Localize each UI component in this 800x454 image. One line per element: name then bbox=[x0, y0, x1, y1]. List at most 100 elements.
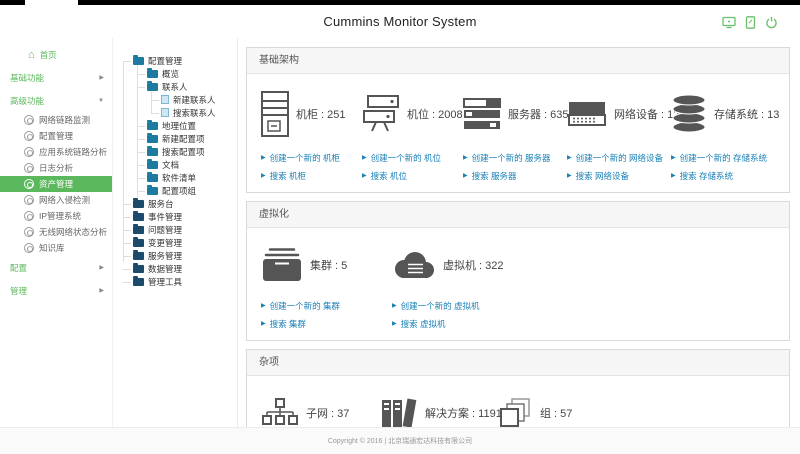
section-title: 虚拟化 bbox=[247, 202, 789, 228]
create-vm-link[interactable]: ▶ 创建一个新的 虚拟机 bbox=[392, 300, 523, 312]
tree-item-label: 概览 bbox=[162, 68, 179, 80]
monitor-icon[interactable] bbox=[722, 16, 736, 29]
link-label: 搜索 机柜 bbox=[270, 170, 306, 182]
card-rack: 机柜 : 251 ▶ 创建一个新的 机柜 ▶ 搜索 机柜 bbox=[261, 86, 362, 188]
card-summary: 存储系统 : 13 bbox=[671, 86, 775, 142]
app-title: Cummins Monitor System bbox=[0, 14, 800, 29]
sidebar-item-app-link-analysis[interactable]: 应用系统链路分析 bbox=[0, 144, 112, 160]
search-cluster-link[interactable]: ▶ 搜索 集群 bbox=[261, 318, 392, 330]
tree-item-software-list[interactable]: 软件清单 bbox=[113, 171, 237, 184]
tree-item-service-management[interactable]: 服务管理 bbox=[113, 249, 237, 262]
network-link-icon bbox=[24, 115, 34, 125]
folder-icon bbox=[133, 239, 144, 247]
tree-item-service-desk[interactable]: 服务台 bbox=[113, 197, 237, 210]
card-summary: 组 : 57 bbox=[499, 388, 618, 427]
section-body: 集群 : 5 ▶ 创建一个新的 集群 ▶ 搜索 集群 bbox=[247, 228, 789, 340]
tree-item-change-management[interactable]: 变更管理 bbox=[113, 236, 237, 249]
server-icon bbox=[463, 98, 501, 131]
card-subnet: 子网 : 37 ▶ 创建一个新的 子网 ▶ 搜索 子网 bbox=[261, 388, 380, 427]
tree-item-label: 数据管理 bbox=[148, 263, 182, 275]
tree-item-admin-tools[interactable]: 管理工具 bbox=[113, 275, 237, 288]
tree-item-label: 新建联系人 bbox=[173, 94, 216, 106]
sidebar-item-ip-management[interactable]: IP管理系统 bbox=[0, 208, 112, 224]
sidebar-group-advanced[interactable]: 高级功能 ▼ bbox=[0, 89, 112, 112]
create-server-link[interactable]: ▶ 创建一个新的 服务器 bbox=[463, 152, 567, 164]
tree-item-label: 服务管理 bbox=[148, 250, 182, 262]
search-rack-link[interactable]: ▶ 搜索 机柜 bbox=[261, 170, 362, 182]
link-label: 创建一个新的 机位 bbox=[371, 152, 441, 164]
sidebar-item-label: 知识库 bbox=[39, 242, 65, 254]
create-rack-unit-link[interactable]: ▶ 创建一个新的 机位 bbox=[362, 152, 463, 164]
sidebar-item-intrusion-detection[interactable]: 网络入侵检测 bbox=[0, 192, 112, 208]
sidebar-item-asset-management[interactable]: 资产管理 bbox=[0, 176, 112, 192]
folder-icon bbox=[133, 252, 144, 260]
mobile-icon[interactable] bbox=[745, 16, 756, 29]
tree-item-problem-management[interactable]: 问题管理 bbox=[113, 223, 237, 236]
link-label: 搜索 网络设备 bbox=[576, 170, 629, 182]
card-title: 子网 : 37 bbox=[306, 405, 349, 421]
folder-open-icon bbox=[133, 57, 144, 65]
search-rack-unit-link[interactable]: ▶ 搜索 机位 bbox=[362, 170, 463, 182]
tree-item-label: 事件管理 bbox=[148, 211, 182, 223]
tree-item-label: 文档 bbox=[162, 159, 179, 171]
tree-item-geolocation[interactable]: 地理位置 bbox=[113, 119, 237, 132]
tree-item-new-contact[interactable]: 新建联系人 bbox=[113, 93, 237, 106]
card-storage: 存储系统 : 13 ▶ 创建一个新的 存储系统 ▶ 搜索 存储系统 bbox=[671, 86, 775, 188]
search-server-link[interactable]: ▶ 搜索 服务器 bbox=[463, 170, 567, 182]
folder-icon bbox=[147, 148, 158, 156]
search-network-device-link[interactable]: ▶ 搜索 网络设备 bbox=[567, 170, 671, 182]
create-network-device-link[interactable]: ▶ 创建一个新的 网络设备 bbox=[567, 152, 671, 164]
asset-icon bbox=[24, 179, 34, 189]
tree-item-label: 搜索联系人 bbox=[173, 107, 216, 119]
sidebar-item-network-link-monitor[interactable]: 网络链路监测 bbox=[0, 112, 112, 128]
sidebar-item-label: 资产管理 bbox=[39, 178, 73, 190]
sidebar-item-log-analysis[interactable]: 日志分析 bbox=[0, 160, 112, 176]
tree-item-label: 配置管理 bbox=[148, 55, 182, 67]
folder-icon bbox=[133, 213, 144, 221]
search-vm-link[interactable]: ▶ 搜索 虚拟机 bbox=[392, 318, 523, 330]
power-icon[interactable] bbox=[765, 16, 778, 29]
intrusion-icon bbox=[24, 195, 34, 205]
sidebar-item-home[interactable]: ⌂ 首页 bbox=[0, 44, 112, 66]
chevron-down-icon: ▼ bbox=[98, 98, 104, 104]
sidebar-item-wireless-analysis[interactable]: 无线网络状态分析 bbox=[0, 224, 112, 240]
folder-icon bbox=[147, 83, 158, 91]
tree-item-search-contact[interactable]: 搜索联系人 bbox=[113, 106, 237, 119]
tree-item-new-config-item[interactable]: 新建配置项 bbox=[113, 132, 237, 145]
tree-item-contacts[interactable]: 联系人 bbox=[113, 80, 237, 93]
tree-item-config-management[interactable]: 配置管理 bbox=[113, 54, 237, 67]
search-storage-link[interactable]: ▶ 搜索 存储系统 bbox=[671, 170, 775, 182]
card-title: 服务器 : 635 bbox=[508, 106, 569, 122]
tree-item-overview[interactable]: 概览 bbox=[113, 67, 237, 80]
card-network-device: 网络设备 : 1216 ▶ 创建一个新的 网络设备 ▶ 搜索 网络设备 bbox=[567, 86, 671, 188]
tree-item-documents[interactable]: 文档 bbox=[113, 158, 237, 171]
tree-item-incident-management[interactable]: 事件管理 bbox=[113, 210, 237, 223]
sidebar-item-config-management[interactable]: 配置管理 bbox=[0, 128, 112, 144]
card-summary: 服务器 : 635 bbox=[463, 86, 567, 142]
card-title: 解决方案 : 1191 bbox=[425, 405, 502, 421]
link-label: 创建一个新的 网络设备 bbox=[576, 152, 663, 164]
card-server: 服务器 : 635 ▶ 创建一个新的 服务器 ▶ 搜索 服务器 bbox=[463, 86, 567, 188]
card-title: 虚拟机 : 322 bbox=[443, 257, 504, 273]
sidebar-item-knowledge-base[interactable]: 知识库 bbox=[0, 240, 112, 256]
tree-item-search-config-item[interactable]: 搜索配置项 bbox=[113, 145, 237, 158]
tree-item-config-item-group[interactable]: 配置项组 bbox=[113, 184, 237, 197]
ip-management-icon bbox=[24, 211, 34, 221]
sidebar-group-basic[interactable]: 基础功能 ▶ bbox=[0, 66, 112, 89]
subnet-icon bbox=[261, 398, 299, 427]
app-body: ⌂ 首页 基础功能 ▶ 高级功能 ▼ 网络链路监测 配置管理 应用系统链路分析 … bbox=[0, 38, 800, 427]
create-cluster-link[interactable]: ▶ 创建一个新的 集群 bbox=[261, 300, 392, 312]
sidebar-group-config[interactable]: 配置 ▶ bbox=[0, 256, 112, 279]
link-label: 创建一个新的 服务器 bbox=[472, 152, 551, 164]
section-title: 基础架构 bbox=[247, 48, 789, 74]
tree-item-data-management[interactable]: 数据管理 bbox=[113, 262, 237, 275]
tree-item-label: 软件清单 bbox=[162, 172, 196, 184]
tree-item-label: 地理位置 bbox=[162, 120, 196, 132]
sidebar-group-admin[interactable]: 管理 ▶ bbox=[0, 279, 112, 302]
link-arrow-icon: ▶ bbox=[392, 321, 397, 327]
create-storage-link[interactable]: ▶ 创建一个新的 存储系统 bbox=[671, 152, 775, 164]
card-summary: 网络设备 : 1216 bbox=[567, 86, 671, 142]
sidebar-group-config-label: 配置 bbox=[10, 262, 27, 274]
card-title: 组 : 57 bbox=[540, 405, 572, 421]
create-rack-link[interactable]: ▶ 创建一个新的 机柜 bbox=[261, 152, 362, 164]
